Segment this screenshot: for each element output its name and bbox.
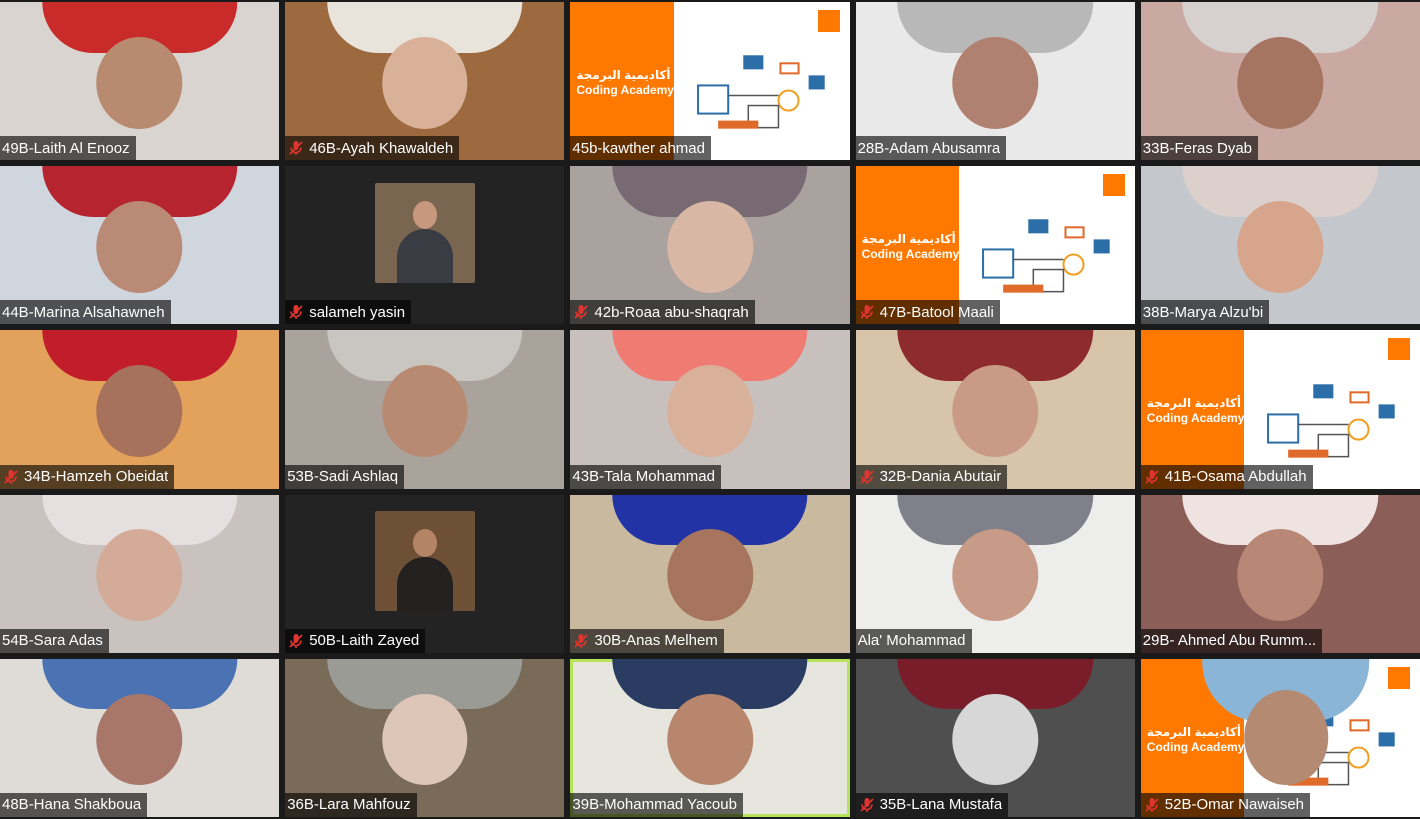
mic-off-icon — [287, 632, 305, 650]
participant-tile[interactable]: 49B-Laith Al Enooz — [0, 2, 280, 161]
participant-name: 36B-Lara Mahfouz — [287, 796, 411, 814]
participant-nameplate: 52B-Omar Nawaiseh — [1140, 792, 1311, 817]
participant-name: Ala' Mohammad — [857, 632, 966, 650]
participant-tile[interactable]: 38B-Marya Alzu'bi — [1140, 166, 1420, 325]
participant-name: 45b-kawther ahmad — [572, 139, 705, 157]
profile-picture — [374, 511, 475, 612]
participant-nameplate: 42b-Roaa abu-shaqrah — [570, 300, 755, 325]
participant-nameplate: 28B-Adam Abusamra — [855, 136, 1007, 161]
participant-nameplate: 54B-Sara Adas — [0, 628, 109, 653]
participant-tile[interactable]: أكاديمية البرمجة Coding Academy 41B-Osama … — [1140, 330, 1420, 489]
participant-nameplate: 43B-Tala Mohammad — [570, 464, 721, 489]
participant-name: salameh yasin — [309, 303, 406, 321]
participant-tile[interactable]: 34B-Hamzeh Obeidat — [0, 330, 280, 489]
mic-off-icon — [858, 303, 876, 321]
participant-nameplate: Ala' Mohammad — [855, 628, 972, 653]
participant-nameplate: 36B-Lara Mahfouz — [285, 792, 417, 817]
participant-nameplate: 29B- Ahmed Abu Rumm... — [1140, 628, 1323, 653]
mic-off-icon — [858, 468, 876, 486]
participant-tile[interactable]: 42b-Roaa abu-shaqrah — [570, 166, 850, 325]
participant-tile[interactable]: 28B-Adam Abusamra — [855, 2, 1135, 161]
participant-name: 46B-Ayah Khawaldeh — [309, 139, 454, 157]
mic-off-icon — [287, 303, 305, 321]
participant-name: 53B-Sadi Ashlaq — [287, 468, 399, 486]
participant-tile[interactable]: 44B-Marina Alsahawneh — [0, 166, 280, 325]
participant-nameplate: 32B-Dania Abutair — [855, 464, 1008, 489]
participant-name: 49B-Laith Al Enooz — [2, 139, 130, 157]
orange-logo-icon — [817, 10, 840, 32]
mic-off-icon — [287, 139, 305, 157]
participant-tile[interactable]: أكاديمية البرمجة Coding Academy 47B-Batool… — [855, 166, 1135, 325]
participant-tile[interactable]: 50B-Laith Zayed — [285, 494, 565, 653]
slide-illustration — [1267, 383, 1395, 458]
mic-off-icon — [1143, 796, 1161, 814]
participant-nameplate: 35B-Lana Mustafa — [855, 792, 1009, 817]
participant-name: 28B-Adam Abusamra — [857, 139, 1001, 157]
slide-illustration — [981, 219, 1110, 293]
participant-name: 38B-Marya Alzu'bi — [1142, 303, 1264, 321]
participant-tile[interactable]: 39B-Mohammad Yacoub — [570, 658, 850, 817]
profile-picture — [374, 182, 475, 283]
participant-tile[interactable]: 46B-Ayah Khawaldeh — [285, 2, 565, 161]
participant-name: 42b-Roaa abu-shaqrah — [594, 303, 749, 321]
participant-tile[interactable]: 36B-Lara Mahfouz — [285, 658, 565, 817]
orange-logo-icon — [1102, 174, 1125, 197]
participant-tile[interactable]: 35B-Lana Mustafa — [855, 658, 1135, 817]
participant-name: 35B-Lana Mustafa — [879, 796, 1003, 814]
participant-tile[interactable]: 32B-Dania Abutair — [855, 330, 1135, 489]
participant-name: 48B-Hana Shakboua — [2, 796, 142, 814]
participant-tile[interactable]: أكاديمية البرمجة Coding Academy 52B-Omar N… — [1140, 658, 1420, 817]
slide-title: أكاديمية البرمجة Coding Academy — [576, 68, 674, 97]
participant-nameplate: 49B-Laith Al Enooz — [0, 136, 136, 161]
mic-off-icon — [572, 632, 590, 650]
participant-nameplate: 39B-Mohammad Yacoub — [570, 792, 743, 817]
participant-name: 34B-Hamzeh Obeidat — [24, 468, 169, 486]
participant-name: 47B-Batool Maali — [879, 303, 994, 321]
mic-off-icon — [1143, 468, 1161, 486]
participant-tile[interactable]: 30B-Anas Melhem — [570, 494, 850, 653]
participant-nameplate: 48B-Hana Shakboua — [0, 792, 148, 817]
video-gallery-grid: 49B-Laith Al Enooz 46B-Ayah Khawaldeh أكاد… — [0, 0, 1420, 819]
slide-illustration — [696, 55, 825, 129]
participant-name: 43B-Tala Mohammad — [572, 468, 715, 486]
participant-name: 33B-Feras Dyab — [1142, 139, 1253, 157]
participant-nameplate: 53B-Sadi Ashlaq — [285, 464, 405, 489]
orange-logo-icon — [1388, 666, 1410, 689]
participant-nameplate: 46B-Ayah Khawaldeh — [285, 136, 460, 161]
mic-off-icon — [572, 303, 590, 321]
slide-title: أكاديمية البرمجة Coding Academy — [861, 232, 960, 262]
participant-nameplate: 33B-Feras Dyab — [1140, 136, 1259, 161]
participant-nameplate: salameh yasin — [285, 300, 412, 325]
participant-name: 39B-Mohammad Yacoub — [572, 796, 737, 814]
mic-off-icon — [2, 468, 20, 486]
participant-tile[interactable]: 43B-Tala Mohammad — [570, 330, 850, 489]
mic-off-icon — [858, 796, 876, 814]
participant-tile[interactable]: Ala' Mohammad — [855, 494, 1135, 653]
participant-name: 52B-Omar Nawaiseh — [1164, 796, 1305, 814]
slide-title: أكاديمية البرمجة Coding Academy — [1146, 396, 1245, 426]
participant-tile[interactable]: 29B- Ahmed Abu Rumm... — [1140, 494, 1420, 653]
orange-logo-icon — [1388, 338, 1410, 361]
participant-tile[interactable]: 48B-Hana Shakboua — [0, 658, 280, 817]
participant-nameplate: 41B-Osama Abdullah — [1140, 464, 1313, 489]
participant-name: 50B-Laith Zayed — [309, 632, 420, 650]
participant-name: 30B-Anas Melhem — [594, 632, 718, 650]
participant-nameplate: 38B-Marya Alzu'bi — [1140, 300, 1270, 325]
participant-nameplate: 47B-Batool Maali — [855, 300, 1000, 325]
participant-tile[interactable]: 33B-Feras Dyab — [1140, 2, 1420, 161]
participant-nameplate: 30B-Anas Melhem — [570, 628, 724, 653]
participant-tile[interactable]: salameh yasin — [285, 166, 565, 325]
participant-name: 41B-Osama Abdullah — [1164, 468, 1307, 486]
participant-tile[interactable]: أكاديمية البرمجة Coding Academy 45b-kawthe… — [570, 2, 850, 161]
participant-tile[interactable]: 53B-Sadi Ashlaq — [285, 330, 565, 489]
participant-nameplate: 34B-Hamzeh Obeidat — [0, 464, 175, 489]
participant-nameplate: 50B-Laith Zayed — [285, 628, 426, 653]
participant-nameplate: 44B-Marina Alsahawneh — [0, 300, 171, 325]
participant-tile[interactable]: 54B-Sara Adas — [0, 494, 280, 653]
participant-name: 44B-Marina Alsahawneh — [2, 303, 165, 321]
participant-name: 29B- Ahmed Abu Rumm... — [1142, 632, 1317, 650]
participant-name: 32B-Dania Abutair — [879, 468, 1002, 486]
participant-nameplate: 45b-kawther ahmad — [570, 136, 711, 161]
participant-name: 54B-Sara Adas — [2, 632, 103, 650]
